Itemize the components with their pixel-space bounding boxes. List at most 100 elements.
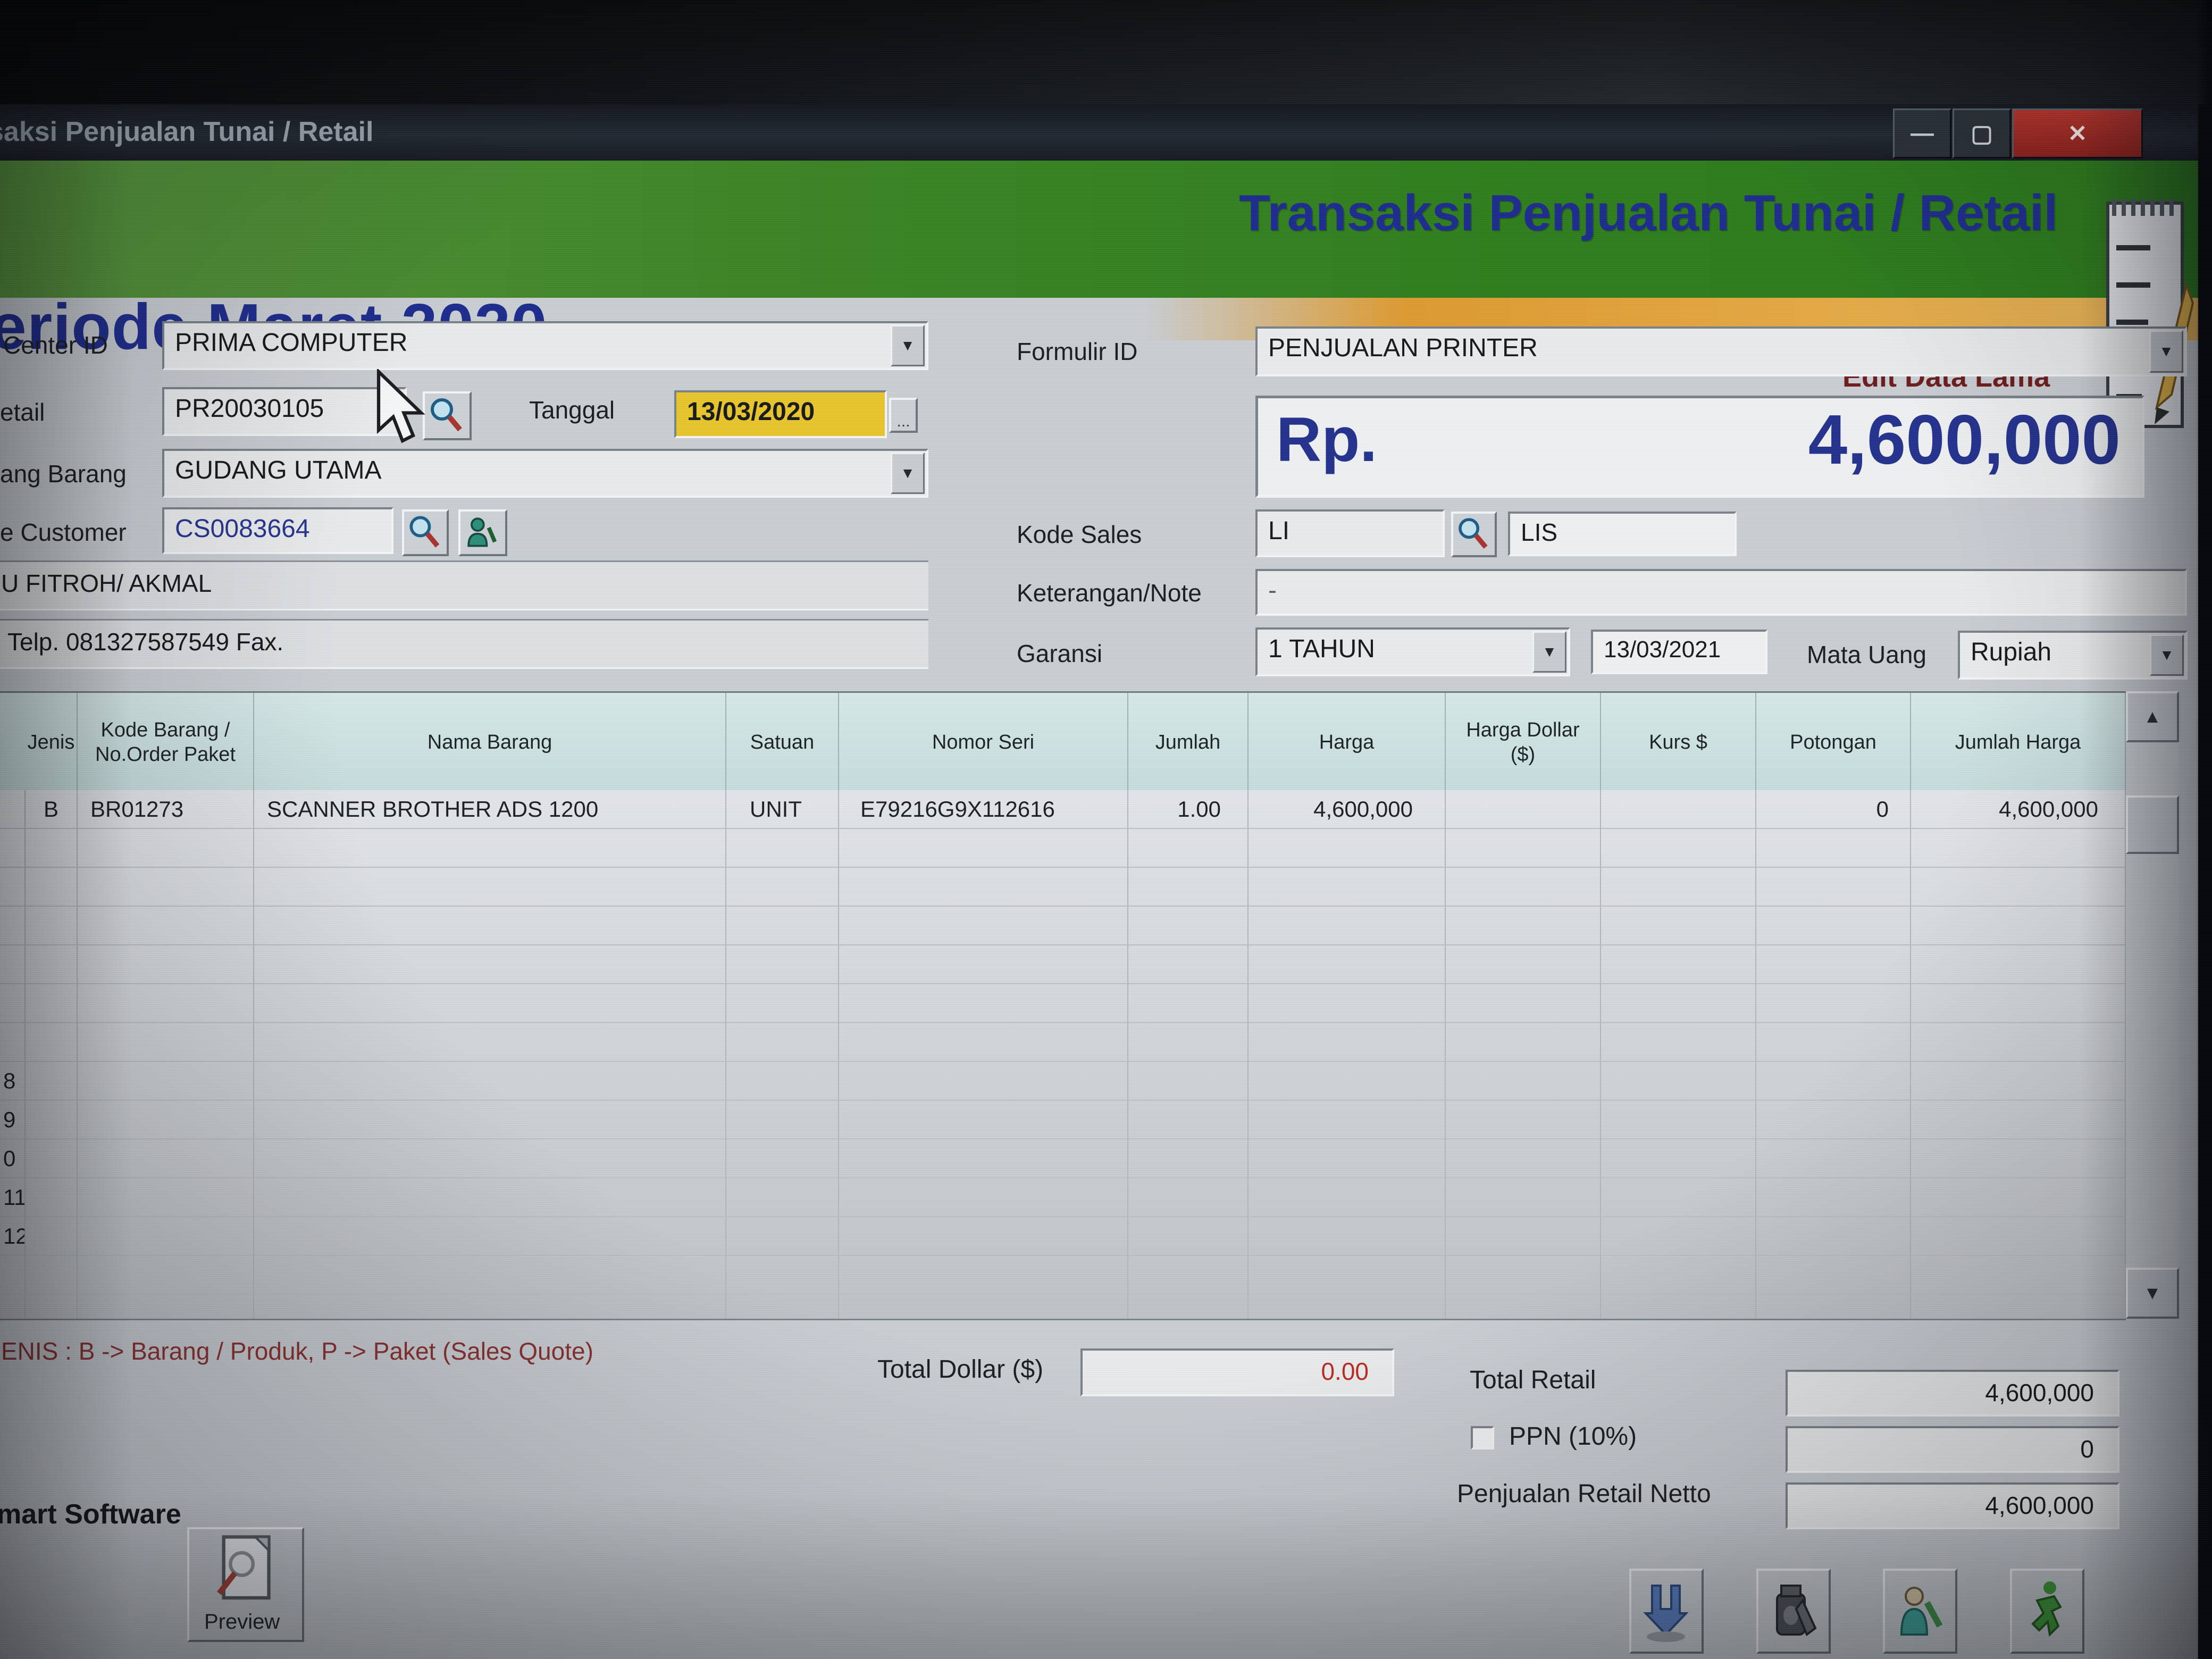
table-cell[interactable] — [1446, 1139, 1601, 1178]
table-cell[interactable] — [1756, 1178, 1911, 1217]
table-cell[interactable] — [254, 907, 726, 945]
chevron-down-icon[interactable]: ▼ — [1532, 631, 1566, 673]
table-cell[interactable] — [1756, 1101, 1911, 1139]
table-cell[interactable] — [78, 868, 254, 907]
table-cell[interactable] — [1128, 829, 1249, 868]
table-cell[interactable] — [839, 945, 1128, 984]
table-cell[interactable] — [26, 945, 78, 984]
table-cell[interactable] — [1601, 1217, 1756, 1256]
table-cell[interactable] — [254, 1101, 726, 1139]
preview-button[interactable]: Preview — [187, 1527, 304, 1642]
table-cell[interactable]: 0 — [1756, 790, 1911, 829]
table-cell[interactable] — [1446, 1295, 1601, 1320]
table-cell[interactable] — [1446, 868, 1601, 907]
ppn-checkbox[interactable] — [1471, 1426, 1494, 1449]
table-cell[interactable] — [726, 1217, 839, 1256]
table-cell[interactable] — [726, 1101, 839, 1139]
table-cell[interactable] — [1601, 1256, 1756, 1295]
chevron-down-icon[interactable]: ▼ — [891, 325, 925, 366]
table-cell[interactable] — [0, 1256, 26, 1295]
table-cell[interactable] — [1911, 1178, 2126, 1217]
retail-number-field[interactable]: PR20030105 — [162, 387, 407, 436]
table-cell[interactable] — [254, 1256, 726, 1295]
table-cell[interactable] — [1756, 1139, 1911, 1178]
tanggal-field[interactable]: 13/03/2020 — [674, 390, 887, 438]
table-cell[interactable] — [1756, 1023, 1911, 1062]
table-cell[interactable] — [1446, 945, 1601, 984]
table-cell[interactable] — [726, 1178, 839, 1217]
table-cell[interactable] — [839, 1217, 1128, 1256]
table-cell[interactable] — [254, 1217, 726, 1256]
table-cell[interactable] — [254, 829, 726, 868]
table-cell[interactable] — [254, 868, 726, 907]
table-cell[interactable] — [0, 1295, 26, 1320]
table-cell[interactable] — [78, 1295, 254, 1320]
table-cell[interactable] — [78, 1256, 254, 1295]
table-cell[interactable] — [26, 1139, 78, 1178]
table-cell[interactable] — [1601, 907, 1756, 945]
table-cell[interactable] — [1911, 829, 2126, 868]
table-cell[interactable] — [1128, 1256, 1249, 1295]
table-cell[interactable] — [254, 1139, 726, 1178]
table-cell[interactable]: 4,600,000 — [1249, 790, 1446, 829]
table-cell[interactable] — [1601, 984, 1756, 1023]
table-cell[interactable] — [254, 1023, 726, 1062]
table-cell[interactable] — [254, 1295, 726, 1320]
table-cell[interactable] — [26, 1217, 78, 1256]
table-cell[interactable] — [726, 984, 839, 1023]
chevron-down-icon[interactable]: ▼ — [2149, 330, 2183, 373]
table-cell[interactable] — [726, 907, 839, 945]
table-cell[interactable] — [1911, 1256, 2126, 1295]
table-cell[interactable] — [26, 1023, 78, 1062]
table-cell[interactable] — [1601, 829, 1756, 868]
table-cell[interactable] — [726, 1256, 839, 1295]
table-cell[interactable] — [1911, 1217, 2126, 1256]
table-cell[interactable] — [254, 984, 726, 1023]
table-cell[interactable] — [1446, 984, 1601, 1023]
table-cell[interactable] — [1601, 1062, 1756, 1101]
table-cell[interactable] — [1128, 1023, 1249, 1062]
table-cell[interactable] — [1249, 829, 1446, 868]
table-cell[interactable] — [1601, 1295, 1756, 1320]
formulir-combo[interactable]: PENJUALAN PRINTER ▼ — [1255, 326, 2187, 376]
table-cell[interactable] — [254, 1062, 726, 1101]
table-cell[interactable] — [1601, 868, 1756, 907]
garansi-combo[interactable]: 1 TAHUN ▼ — [1255, 627, 1570, 676]
table-cell[interactable] — [1756, 984, 1911, 1023]
table-cell[interactable]: 12 — [0, 1217, 26, 1256]
scroll-down-icon[interactable]: ▼ — [2126, 1268, 2179, 1319]
exit-button[interactable] — [2010, 1569, 2084, 1654]
table-cell[interactable] — [839, 1256, 1128, 1295]
table-cell[interactable] — [1911, 984, 2126, 1023]
table-cell[interactable] — [1756, 945, 1911, 984]
table-cell[interactable] — [1446, 790, 1601, 829]
table-cell[interactable] — [1249, 1062, 1446, 1101]
table-cell[interactable] — [1911, 945, 2126, 984]
table-cell[interactable] — [254, 945, 726, 984]
table-cell[interactable]: 9 — [0, 1101, 26, 1139]
table-cell[interactable] — [1249, 1101, 1446, 1139]
table-cell[interactable] — [1911, 1023, 2126, 1062]
table-cell[interactable] — [1249, 945, 1446, 984]
delete-button[interactable] — [1756, 1569, 1831, 1654]
table-cell[interactable] — [1446, 1023, 1601, 1062]
table-cell[interactable] — [1911, 1062, 2126, 1101]
table-cell[interactable] — [26, 1062, 78, 1101]
customer-detail-button[interactable] — [458, 509, 507, 556]
table-cell[interactable]: B — [26, 790, 78, 829]
chevron-down-icon[interactable]: ▼ — [2150, 634, 2184, 676]
table-cell[interactable] — [0, 907, 26, 945]
table-cell[interactable] — [26, 1295, 78, 1320]
table-cell[interactable] — [1756, 907, 1911, 945]
table-cell[interactable] — [0, 829, 26, 868]
table-cell[interactable] — [1128, 868, 1249, 907]
table-cell[interactable] — [0, 984, 26, 1023]
table-cell[interactable] — [1601, 1023, 1756, 1062]
scrollbar-thumb[interactable] — [2126, 795, 2179, 854]
table-cell[interactable] — [726, 945, 839, 984]
table-cell[interactable] — [1128, 1178, 1249, 1217]
table-cell[interactable] — [1446, 1178, 1601, 1217]
table-cell[interactable] — [1911, 868, 2126, 907]
table-cell[interactable] — [1128, 1101, 1249, 1139]
table-cell[interactable]: 0 — [0, 1139, 26, 1178]
